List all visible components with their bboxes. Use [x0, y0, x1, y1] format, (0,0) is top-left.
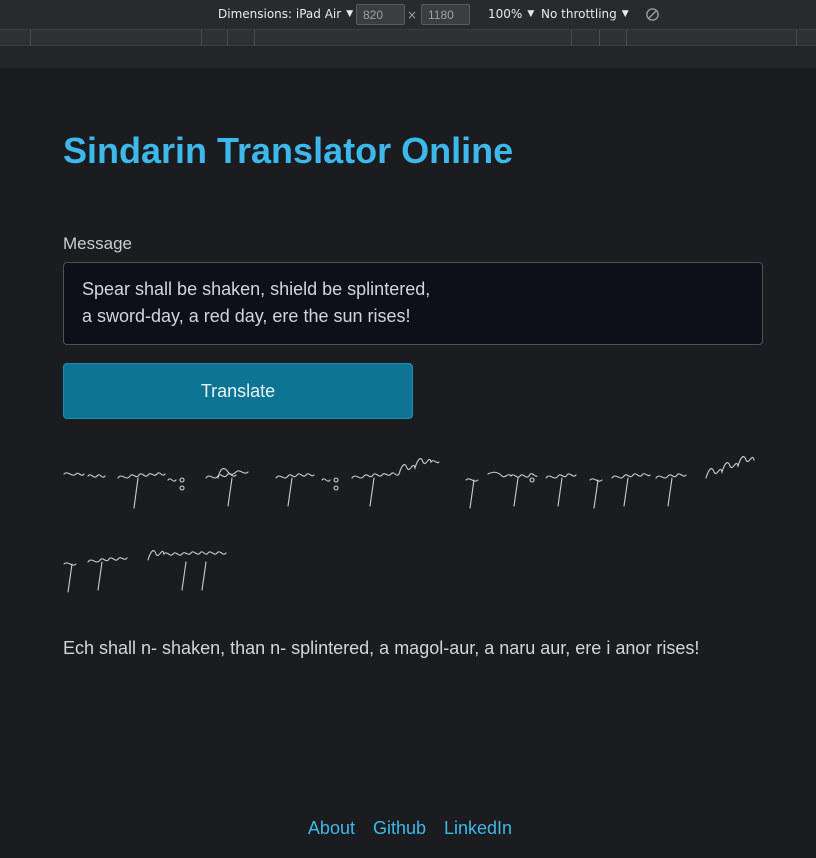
footer-link-github[interactable]: Github — [373, 818, 426, 839]
device-dimensions-label: Dimensions: iPad Air — [218, 7, 342, 21]
zoom-dropdown[interactable]: 100% ▼ — [488, 7, 534, 21]
chevron-down-icon: ▼ — [621, 9, 629, 19]
device-dimensions-dropdown[interactable]: Dimensions: iPad Air ▼ — [218, 7, 353, 21]
footer-link-about[interactable]: About — [308, 818, 355, 839]
footer-link-linkedin[interactable]: LinkedIn — [444, 818, 512, 839]
devtools-device-toolbar: Dimensions: iPad Air ▼ × 100% ▼ No throt… — [0, 0, 816, 30]
page-title: Sindarin Translator Online — [63, 130, 514, 171]
translation-output: Ech shall n- shaken, than n- splintered,… — [63, 638, 700, 658]
device-height-input[interactable] — [421, 4, 470, 25]
chevron-down-icon: ▼ — [346, 9, 354, 19]
devtools-gutter — [0, 46, 816, 68]
page-viewport: Sindarin Translator Online Message Spear… — [4, 68, 816, 858]
throttling-dropdown[interactable]: No throttling ▼ — [541, 7, 629, 21]
message-label: Message — [63, 234, 132, 253]
devtools-media-ruler — [0, 30, 816, 46]
tengwar-script-output — [63, 456, 755, 593]
device-width-input[interactable] — [356, 4, 405, 25]
zoom-label: 100% — [488, 7, 523, 21]
translate-button[interactable]: Translate — [63, 363, 413, 419]
rotate-icon[interactable] — [645, 7, 660, 22]
footer-nav: About Github LinkedIn — [4, 818, 816, 839]
chevron-down-icon: ▼ — [527, 9, 535, 19]
throttling-label: No throttling — [541, 7, 617, 21]
times-sign: × — [407, 8, 418, 22]
message-textarea[interactable]: Spear shall be shaken, shield be splinte… — [63, 262, 763, 345]
